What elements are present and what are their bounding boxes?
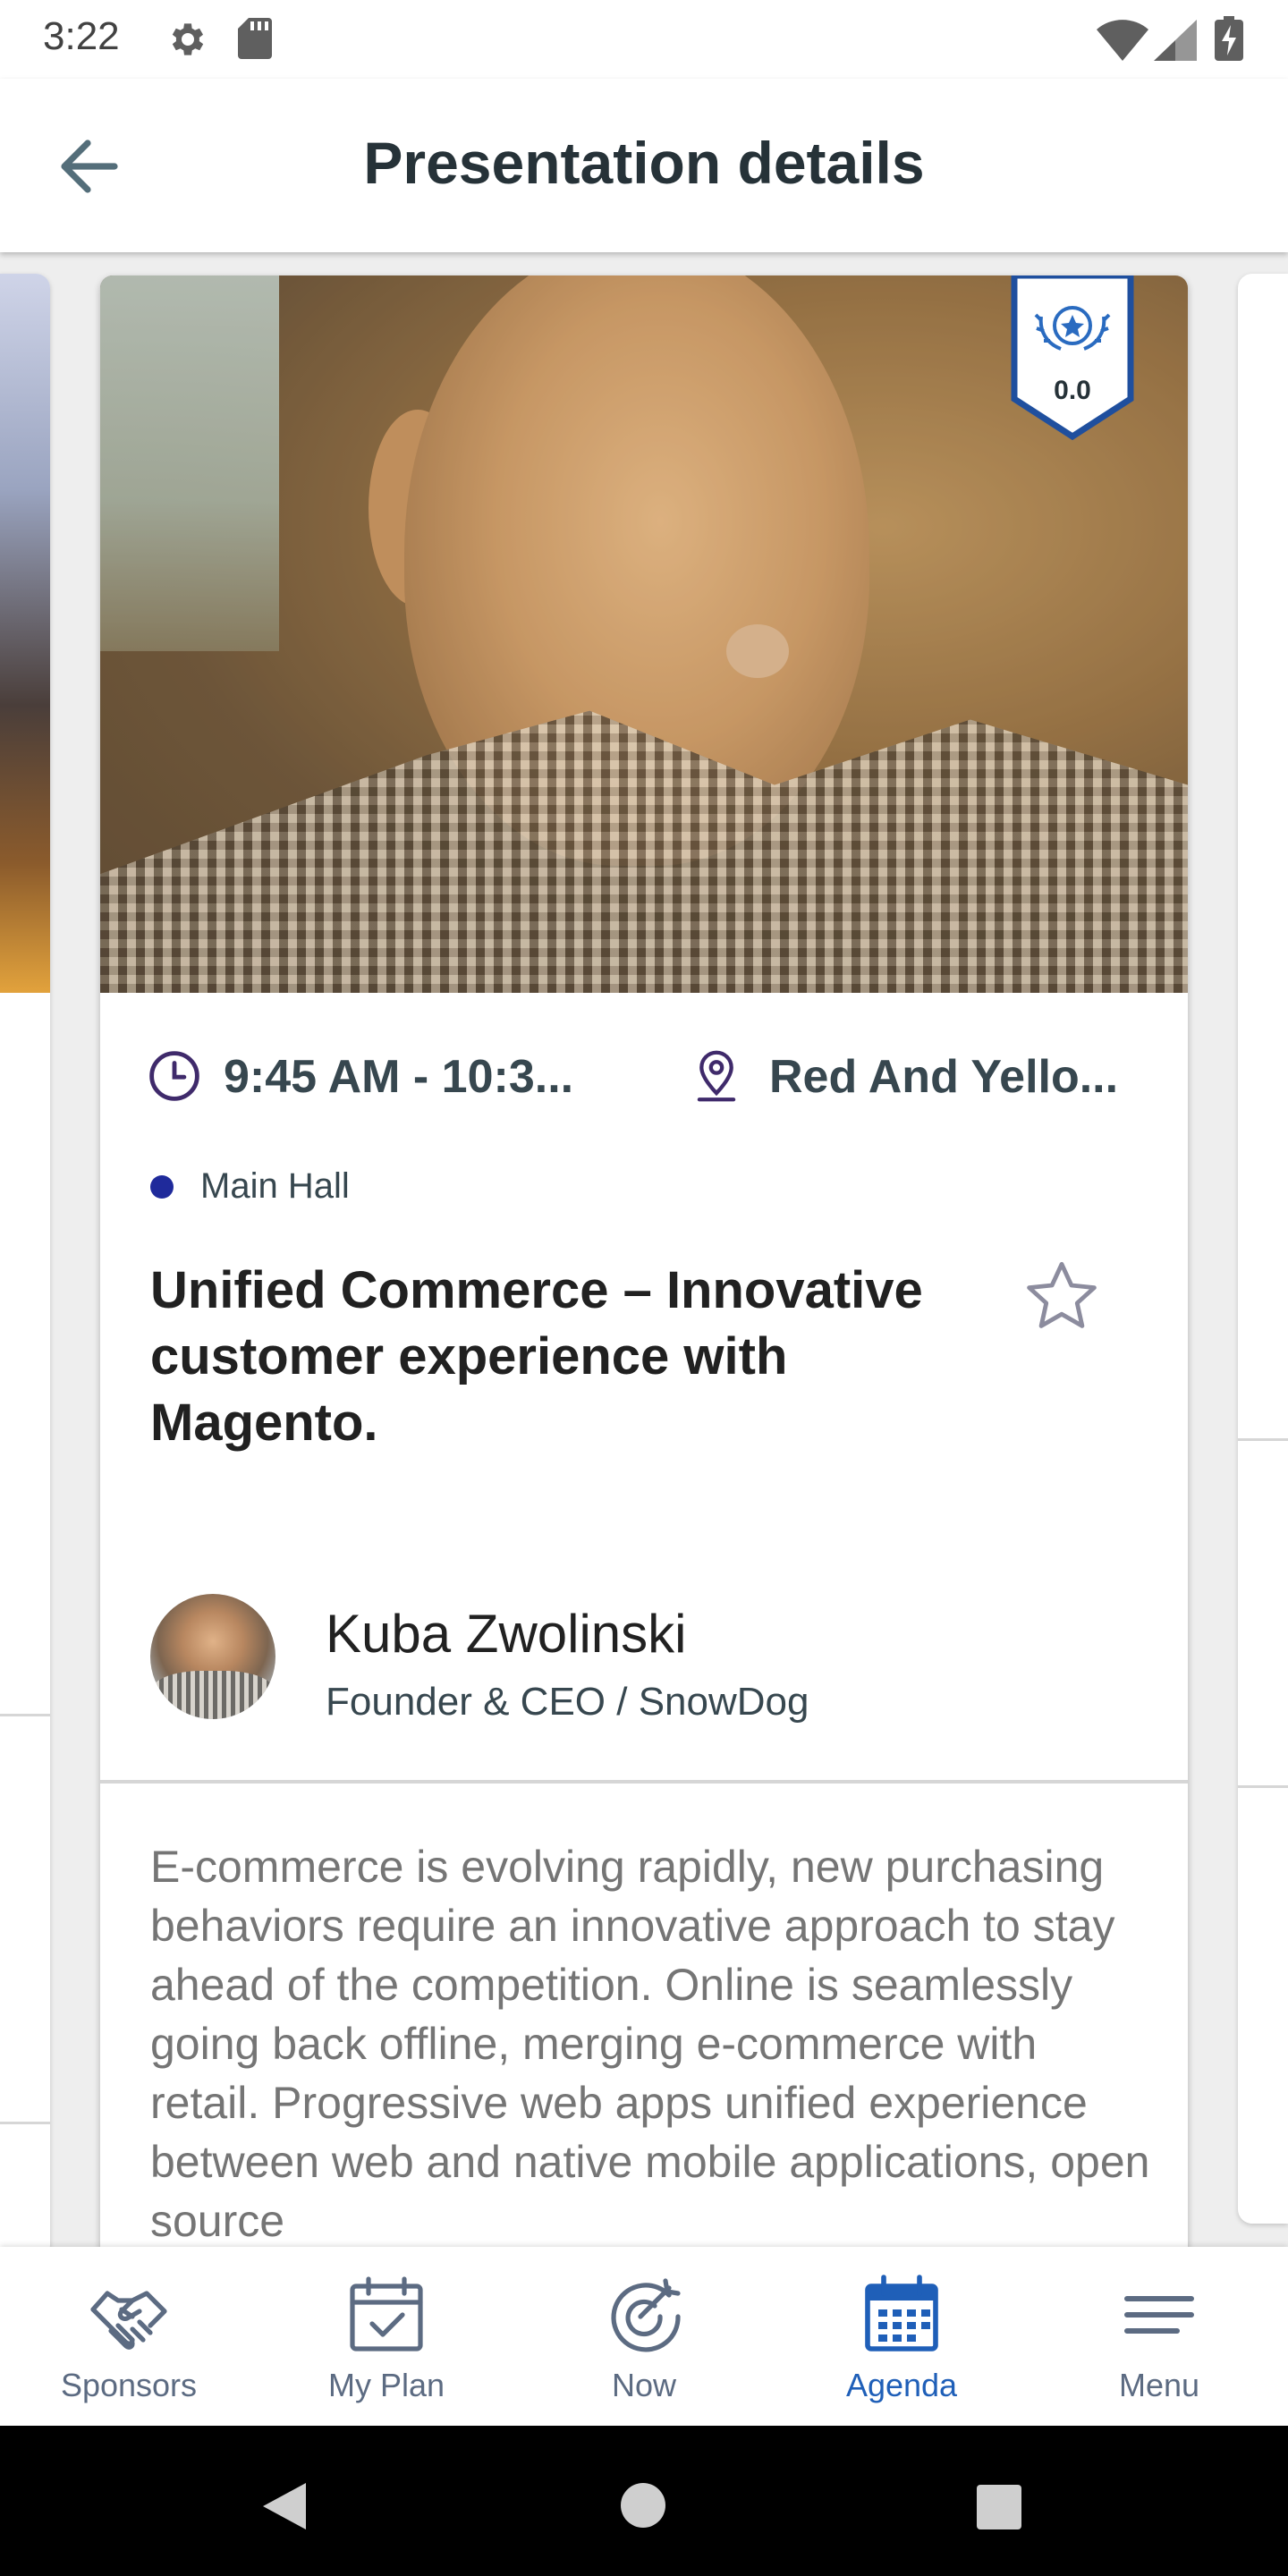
recents-square-icon[interactable] — [977, 2485, 1021, 2529]
nav-label: Menu — [1118, 2367, 1200, 2403]
previous-card-divider — [0, 2122, 50, 2124]
battery-charging-icon — [1215, 16, 1243, 61]
speaker-role: Founder & CEO / SnowDog — [326, 1680, 809, 1724]
nav-now[interactable]: Now — [515, 2247, 773, 2426]
nav-label: Agenda — [845, 2367, 958, 2403]
back-triangle-icon[interactable] — [259, 2479, 309, 2533]
presentation-card: 0.0 9:45 AM - 10:3... Red And Yello... M… — [100, 275, 1188, 2333]
session-description: E-commerce is evolving rapidly, new purc… — [150, 1842, 1150, 2246]
status-time: 3:22 — [43, 14, 120, 58]
calendar-check-icon — [350, 2276, 423, 2351]
previous-card-image — [0, 274, 50, 993]
nav-my-plan[interactable]: My Plan — [258, 2247, 515, 2426]
nav-menu[interactable]: Menu — [1030, 2247, 1288, 2426]
home-circle-icon[interactable] — [621, 2483, 665, 2528]
rating-badge[interactable] — [1011, 275, 1134, 440]
app-bar: Presentation details — [0, 79, 1288, 252]
system-navigation-bar — [0, 2426, 1288, 2576]
page-title: Presentation details — [363, 130, 925, 196]
next-presentation-card[interactable] — [1238, 274, 1288, 2224]
nav-sponsors[interactable]: Sponsors — [0, 2247, 258, 2426]
handshake-icon — [90, 2291, 167, 2350]
wifi-icon — [1097, 20, 1148, 61]
star-outline-icon[interactable] — [1021, 1256, 1102, 1336]
rating-value: 0.0 — [1054, 376, 1091, 405]
nav-label: My Plan — [327, 2367, 445, 2403]
speaker-avatar[interactable] — [150, 1594, 275, 1719]
signal-icon — [1154, 20, 1197, 61]
speaker-name[interactable]: Kuba Zwolinski — [326, 1603, 687, 1665]
sd-card-icon — [238, 18, 272, 59]
next-card-divider — [1238, 1785, 1288, 1788]
nav-label: Now — [611, 2367, 677, 2403]
location-pin-icon — [697, 1050, 736, 1102]
session-location[interactable]: Red And Yello... — [769, 1050, 1118, 1104]
next-card-divider — [1238, 1438, 1288, 1441]
session-time: 9:45 AM - 10:3... — [224, 1051, 574, 1103]
calendar-grid-icon — [865, 2275, 938, 2351]
session-title: Unified Commerce – Innovative customer e… — [150, 1261, 923, 1452]
divider — [100, 1780, 1188, 1784]
previous-card-divider — [0, 1714, 50, 1716]
track-label: Main Hall — [200, 1166, 350, 1206]
clock-icon — [149, 1051, 199, 1101]
target-icon — [611, 2278, 681, 2352]
nav-agenda[interactable]: Agenda — [773, 2247, 1030, 2426]
gear-icon — [172, 23, 204, 55]
track-color-dot — [150, 1175, 174, 1199]
status-bar: 3:22 — [0, 0, 1288, 79]
previous-presentation-card[interactable] — [0, 274, 50, 2259]
bottom-navigation: Sponsors My Plan Now Agenda Menu — [0, 2247, 1288, 2426]
nav-label: Sponsors — [60, 2367, 198, 2403]
menu-icon — [1124, 2296, 1194, 2334]
